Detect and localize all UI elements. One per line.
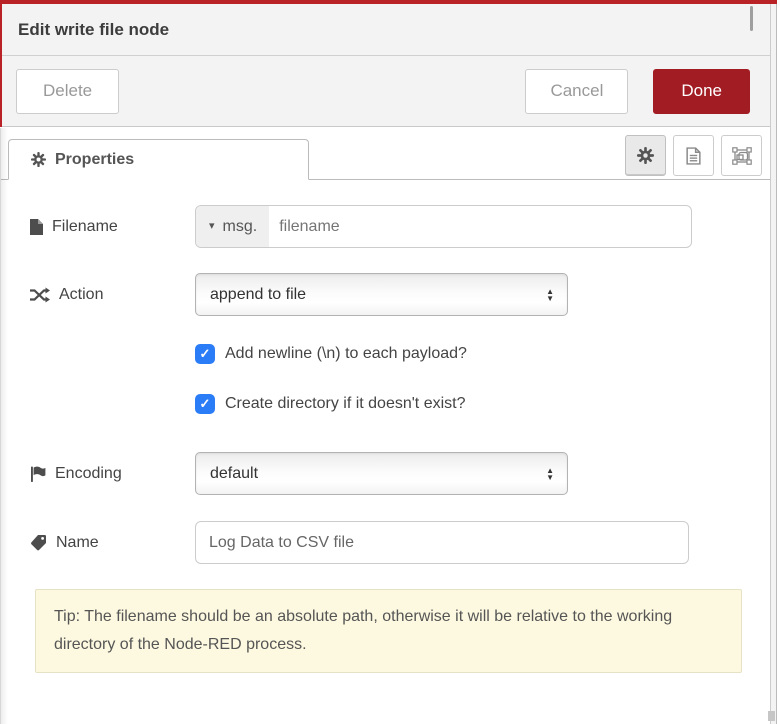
top-red-bar: [0, 0, 777, 4]
right-panel-strip: [770, 4, 777, 724]
filename-typedinput: ▾ msg.: [195, 205, 692, 248]
name-label: Name: [56, 534, 99, 552]
node-properties-form: Filename ▾ msg.: [0, 180, 770, 673]
scrollbar-thumb-top[interactable]: [750, 6, 753, 31]
typedinput-type-button[interactable]: ▾ msg.: [196, 206, 269, 247]
tip-text: Tip: The filename should be an absolute …: [54, 608, 672, 653]
action-select[interactable]: append to file ▲ ▼: [195, 273, 568, 316]
tray-header: Edit write file node: [0, 4, 770, 56]
select-spinner-icon: ▲ ▼: [546, 467, 554, 481]
gear-icon: [31, 152, 46, 167]
tab-toolbar: [625, 135, 762, 176]
done-button[interactable]: Done: [653, 69, 750, 114]
add-newline-label: Add newline (\n) to each payload?: [225, 345, 467, 363]
tab-properties[interactable]: Properties: [8, 139, 309, 180]
tab-bar: Properties: [0, 127, 770, 180]
filename-input[interactable]: [269, 206, 691, 247]
tray-toolbar: Delete Cancel Done: [0, 56, 770, 127]
tab-label: Properties: [55, 151, 134, 169]
left-red-accent: [0, 0, 2, 127]
action-label-group: Action: [30, 286, 195, 304]
page-title: Edit write file node: [18, 20, 169, 40]
flag-icon: [30, 466, 46, 482]
filename-label-group: Filename: [30, 218, 195, 236]
action-row: Action append to file ▲ ▼: [30, 273, 770, 316]
scrollbar-thumb-bottom[interactable]: [768, 711, 775, 721]
file-icon: [30, 219, 43, 235]
name-label-group: Name: [30, 534, 195, 552]
filename-row: Filename ▾ msg.: [30, 205, 770, 248]
tag-icon: [30, 534, 47, 551]
edit-node-tray: Edit write file node Delete Cancel Done: [0, 4, 770, 724]
select-spinner-icon: ▲ ▼: [546, 288, 554, 302]
document-icon: [686, 147, 701, 165]
encoding-label: Encoding: [55, 465, 122, 483]
name-row: Name: [30, 521, 770, 564]
check-icon: ✓: [200, 346, 211, 362]
properties-tab-button[interactable]: [625, 135, 666, 176]
encoding-row: Encoding default ▲ ▼: [30, 452, 770, 495]
action-label: Action: [59, 286, 103, 304]
create-directory-checkbox[interactable]: ✓: [195, 394, 215, 414]
encoding-select-value: default: [210, 465, 258, 483]
gear-icon: [637, 147, 654, 164]
add-newline-row: ✓ Add newline (\n) to each payload?: [195, 344, 770, 364]
cancel-button[interactable]: Cancel: [525, 69, 628, 114]
caret-down-icon: ▾: [209, 221, 215, 232]
appearance-tab-button[interactable]: [721, 135, 762, 176]
encoding-label-group: Encoding: [30, 465, 195, 483]
appearance-icon: [732, 147, 752, 165]
description-tab-button[interactable]: [673, 135, 714, 176]
tip-box: Tip: The filename should be an absolute …: [35, 589, 742, 673]
shuffle-icon: [30, 287, 50, 303]
action-select-value: append to file: [210, 286, 306, 304]
create-directory-label: Create directory if it doesn't exist?: [225, 395, 466, 413]
encoding-select[interactable]: default ▲ ▼: [195, 452, 568, 495]
filename-label: Filename: [52, 218, 118, 236]
typedinput-type-label: msg.: [223, 218, 258, 236]
create-directory-row: ✓ Create directory if it doesn't exist?: [195, 394, 770, 414]
check-icon: ✓: [200, 396, 211, 412]
delete-button[interactable]: Delete: [16, 69, 119, 114]
add-newline-checkbox[interactable]: ✓: [195, 344, 215, 364]
name-input[interactable]: [195, 521, 689, 564]
